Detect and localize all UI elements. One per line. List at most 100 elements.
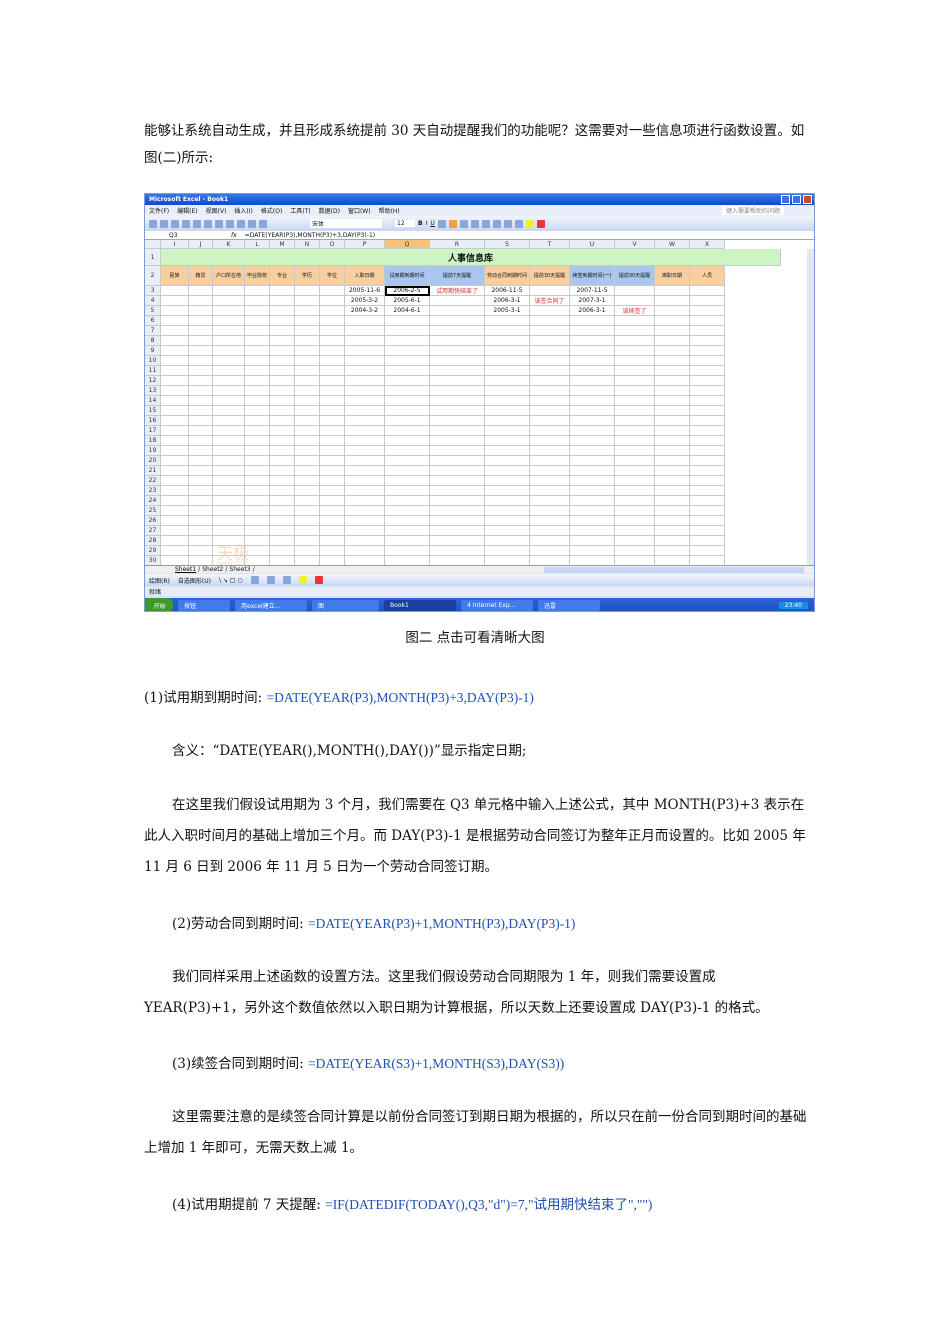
cell[interactable] [690,406,725,416]
cell[interactable] [430,426,485,436]
cell[interactable] [189,486,213,496]
cell[interactable] [530,426,570,436]
row-header[interactable]: 14 [145,396,161,406]
wordart-icon[interactable] [266,576,275,584]
cell[interactable] [385,436,430,446]
cell[interactable] [245,376,270,386]
cell[interactable] [161,306,189,316]
cell[interactable] [530,346,570,356]
cell[interactable] [485,436,530,446]
cell[interactable] [213,346,245,356]
cell[interactable] [530,316,570,326]
cell[interactable] [690,486,725,496]
cell[interactable] [345,406,385,416]
cell[interactable] [430,526,485,536]
align-right-icon[interactable] [459,219,468,228]
cell[interactable] [189,326,213,336]
cell[interactable] [430,546,485,556]
cell[interactable] [245,476,270,486]
cell[interactable] [485,456,530,466]
cell[interactable] [320,346,345,356]
cell[interactable] [189,396,213,406]
cell[interactable]: 2006-2-5 [385,286,430,296]
cell[interactable] [245,336,270,346]
row-header[interactable]: 21 [145,466,161,476]
cell[interactable] [161,376,189,386]
cell[interactable] [245,386,270,396]
cell[interactable] [655,286,690,296]
cell[interactable] [385,406,430,416]
cell[interactable] [189,286,213,296]
cell[interactable] [615,466,655,476]
cell[interactable] [213,436,245,446]
cell[interactable] [485,376,530,386]
open-icon[interactable] [160,219,168,228]
cell[interactable] [385,506,430,516]
cell[interactable] [655,296,690,306]
cell[interactable] [320,496,345,506]
cell[interactable] [320,516,345,526]
row-header[interactable]: 19 [145,446,161,456]
row-header[interactable]: 15 [145,406,161,416]
cell[interactable] [485,366,530,376]
cell[interactable] [345,416,385,426]
cell[interactable] [615,446,655,456]
row-header[interactable]: 13 [145,386,161,396]
cell[interactable] [690,516,725,526]
cell[interactable] [345,336,385,346]
row-header[interactable]: 28 [145,536,161,546]
cell[interactable] [213,326,245,336]
start-button[interactable]: 开始 [145,598,174,611]
cell[interactable] [345,546,385,556]
cell[interactable] [615,366,655,376]
copy-icon[interactable] [204,219,212,228]
cell[interactable] [295,416,320,426]
cell[interactable] [570,376,615,386]
cell[interactable] [690,446,725,456]
cell[interactable] [530,336,570,346]
cell[interactable] [530,486,570,496]
cell[interactable] [320,356,345,366]
cell[interactable] [430,296,485,306]
cell[interactable] [655,536,690,546]
cell[interactable] [385,396,430,406]
menu-item[interactable]: 帮助(H) [379,206,400,215]
help-search-input[interactable]: 键入需要帮助的问题 [721,206,784,215]
cell[interactable] [161,286,189,296]
cell[interactable] [213,476,245,486]
cell[interactable] [270,396,295,406]
cell[interactable] [213,416,245,426]
header-cell[interactable]: 学历 [295,266,320,286]
italic-button[interactable]: I [426,220,428,227]
column-header-k[interactable]: K [213,240,245,249]
column-header-i[interactable]: I [161,240,189,249]
spreadsheet-grid[interactable]: 天极 yesky.com I J K L M N O P Q R S T U V W X 1 人事信息库 2 民族 籍贯… [145,240,814,567]
cell[interactable] [295,316,320,326]
cell[interactable] [690,296,725,306]
cell[interactable] [320,406,345,416]
autoshape-menu[interactable]: 自选图形(U) [178,576,211,585]
header-cell[interactable]: 续签到期时间(一) [570,266,615,286]
cell[interactable] [270,486,295,496]
cell[interactable] [690,496,725,506]
cell[interactable] [161,336,189,346]
cell[interactable] [245,326,270,336]
cell[interactable] [213,306,245,316]
cell[interactable] [189,506,213,516]
cell[interactable]: 2004-6-1 [385,306,430,316]
cell[interactable] [213,456,245,466]
cell[interactable] [213,296,245,306]
cell[interactable] [245,396,270,406]
cell[interactable] [430,446,485,456]
cell[interactable] [690,316,725,326]
header-cell[interactable]: 人员 [690,266,725,286]
cell[interactable] [189,456,213,466]
cell[interactable]: 该续签了 [615,306,655,316]
cell[interactable] [295,296,320,306]
cell[interactable] [245,536,270,546]
row-header[interactable]: 18 [145,436,161,446]
cell[interactable] [485,486,530,496]
cell[interactable]: 该签合同了 [530,296,570,306]
cell[interactable] [570,406,615,416]
cell[interactable] [430,516,485,526]
